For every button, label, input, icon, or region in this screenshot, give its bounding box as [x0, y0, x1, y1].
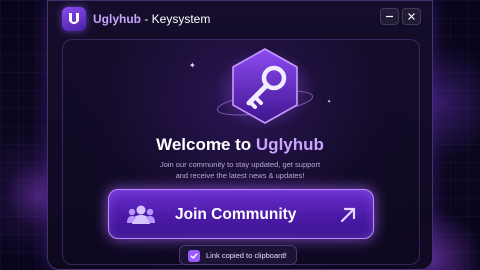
welcome-heading: Welcome to Uglyhub: [48, 135, 432, 155]
app-logo: [62, 7, 86, 31]
sparkle-icon: ✦: [327, 99, 332, 105]
minimize-button[interactable]: [380, 8, 399, 25]
welcome-description: Join our community to stay updated, get …: [48, 159, 432, 181]
title-bar[interactable]: Uglyhub - Keysystem: [48, 1, 432, 37]
close-icon: [408, 13, 415, 20]
copied-toast: Link copied to clipboard!: [179, 245, 297, 265]
uglyhub-logo-icon: [69, 13, 79, 24]
arrow-up-right-icon: [340, 207, 356, 223]
close-button[interactable]: [402, 8, 421, 25]
heading-prefix: Welcome to: [156, 135, 256, 154]
sparkle-icon: ✦: [189, 61, 196, 70]
heading-accent: Uglyhub: [255, 135, 324, 154]
app-subtitle: Keysystem: [151, 12, 211, 26]
window-title: Uglyhub - Keysystem: [93, 12, 210, 26]
title-separator: -: [141, 12, 152, 26]
join-community-label: Join Community: [175, 206, 297, 223]
toast-message: Link copied to clipboard!: [206, 251, 287, 260]
join-community-button[interactable]: Join Community: [108, 189, 374, 239]
keysystem-window: Uglyhub - Keysystem ✦ ✦ ✦ Welcome to Ugl…: [47, 0, 433, 270]
minimize-icon: [386, 15, 393, 18]
description-line-2: and receive the latest news & updates!: [175, 171, 305, 180]
app-name: Uglyhub: [93, 12, 141, 26]
key-icon: [215, 48, 315, 129]
users-icon: [127, 205, 155, 224]
check-icon: [188, 250, 200, 262]
description-line-1: Join our community to stay updated, get …: [159, 160, 321, 169]
